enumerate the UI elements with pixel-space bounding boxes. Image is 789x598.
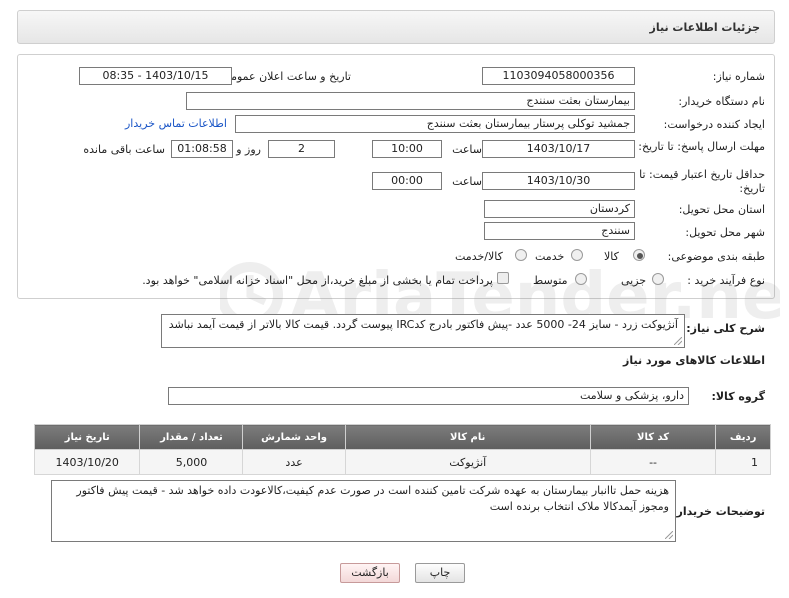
goods-table-header: تاریخ نیاز تعداد / مقدار واحد شمارش نام … bbox=[33, 424, 771, 450]
category-label: طبقه بندی موضوعی: bbox=[667, 250, 765, 263]
reply-hour-label: ساعت bbox=[452, 143, 482, 156]
buyer-notes-label: توضیحات خریدار: bbox=[672, 505, 765, 518]
remaining-time-field: 01:08:58 bbox=[171, 140, 233, 158]
need-number-label: شماره نیاز: bbox=[712, 70, 765, 83]
goods-section-title: اطلاعات کالاهای مورد نیاز bbox=[623, 354, 765, 367]
print-button[interactable]: چاپ bbox=[415, 563, 465, 583]
resize-handle-icon[interactable] bbox=[665, 531, 673, 539]
resize-handle-icon[interactable] bbox=[674, 337, 682, 345]
goods-group-label: گروه کالا: bbox=[711, 390, 765, 403]
reply-time-field: 10:00 bbox=[372, 140, 442, 158]
cell-unit: عدد bbox=[242, 449, 346, 475]
category-option-goods: کالا bbox=[604, 250, 619, 263]
price-validity-date-field: 1403/10/30 bbox=[482, 172, 635, 190]
page-header: جزئیات اطلاعات نیاز bbox=[17, 10, 775, 44]
column-item-name: نام کالا bbox=[344, 424, 591, 450]
column-quantity: تعداد / مقدار bbox=[139, 424, 244, 450]
price-validity-label: حداقل تاریخ اعتبار قیمت: تا تاریخ: bbox=[639, 168, 765, 195]
column-row-number: ردیف bbox=[715, 424, 771, 450]
price-validity-time-field: 00:00 bbox=[372, 172, 442, 190]
column-unit: واحد شمارش bbox=[242, 424, 346, 450]
creator-field: جمشید توکلی پرستار بیمارستان بعثت سنندج bbox=[235, 115, 635, 133]
buyer-contact-link[interactable]: اطلاعات تماس خریدار bbox=[125, 117, 227, 130]
category-option-goods-service: کالا/خدمت bbox=[455, 250, 503, 263]
buyer-org-label: نام دستگاه خریدار: bbox=[678, 95, 765, 108]
price-validity-hour-label: ساعت bbox=[452, 175, 482, 188]
days-count-field: 2 bbox=[268, 140, 335, 158]
need-number-field: 1103094058000356 bbox=[482, 67, 635, 85]
reply-date-field: 1403/10/17 bbox=[482, 140, 635, 158]
column-item-code: کد کالا bbox=[589, 424, 717, 450]
cell-need-date: 1403/10/20 bbox=[33, 449, 141, 475]
buyer-notes-textarea[interactable]: هزینه حمل تاانبار بیمارستان به عهده شرکت… bbox=[51, 480, 676, 542]
days-label: روز و bbox=[236, 143, 261, 156]
announce-datetime-field: 1403/10/15 - 08:35 bbox=[79, 67, 232, 85]
creator-label: ایجاد کننده درخواست: bbox=[663, 118, 765, 131]
category-radio-service[interactable] bbox=[571, 249, 583, 261]
city-field: سنندج bbox=[484, 222, 635, 240]
treasury-payment-note: پرداخت تمام یا بخشی از مبلغ خرید،از محل … bbox=[142, 274, 493, 287]
announce-label: تاریخ و ساعت اعلان عمومی: bbox=[218, 70, 351, 83]
page-title: جزئیات اطلاعات نیاز bbox=[649, 21, 761, 34]
category-radio-goods-service[interactable] bbox=[515, 249, 527, 261]
description-textarea[interactable]: آنژیوکت زرد - سایز 24- 5000 عدد -پیش فاک… bbox=[161, 314, 685, 348]
reply-deadline-label: مهلت ارسال پاسخ: تا تاریخ: bbox=[638, 140, 765, 153]
treasury-payment-checkbox[interactable] bbox=[497, 272, 509, 284]
process-option-minor: جزیی bbox=[621, 274, 647, 287]
cell-item-code: -- bbox=[589, 449, 717, 475]
province-label: استان محل تحویل: bbox=[678, 203, 765, 216]
process-label: نوع فرآیند خرید : bbox=[687, 274, 765, 287]
column-need-date: تاریخ نیاز bbox=[33, 424, 141, 450]
province-field: کردستان bbox=[484, 200, 635, 218]
cell-row-number: 1 bbox=[715, 449, 771, 475]
table-row: 1403/10/20 5,000 عدد آنژیوکت -- 1 bbox=[33, 449, 771, 475]
category-radio-goods[interactable] bbox=[633, 249, 645, 261]
city-label: شهر محل تحویل: bbox=[685, 226, 765, 239]
cell-quantity: 5,000 bbox=[139, 449, 244, 475]
goods-group-field: دارو، پزشکی و سلامت bbox=[168, 387, 689, 405]
cell-item-name: آنژیوکت bbox=[344, 449, 591, 475]
category-option-service: خدمت bbox=[535, 250, 565, 263]
remaining-label: ساعت باقی مانده bbox=[83, 143, 165, 156]
process-option-medium: متوسط bbox=[533, 274, 568, 287]
back-button[interactable]: بازگشت bbox=[340, 563, 400, 583]
goods-table: تاریخ نیاز تعداد / مقدار واحد شمارش نام … bbox=[33, 424, 771, 475]
process-radio-minor[interactable] bbox=[652, 273, 664, 285]
buyer-notes-text: هزینه حمل تاانبار بیمارستان به عهده شرکت… bbox=[76, 484, 669, 513]
buyer-org-field: بیمارستان بعثت سنندج bbox=[186, 92, 635, 110]
description-text: آنژیوکت زرد - سایز 24- 5000 عدد -پیش فاک… bbox=[168, 318, 678, 331]
process-radio-medium[interactable] bbox=[575, 273, 587, 285]
description-label: شرح کلی نیاز: bbox=[686, 322, 765, 335]
